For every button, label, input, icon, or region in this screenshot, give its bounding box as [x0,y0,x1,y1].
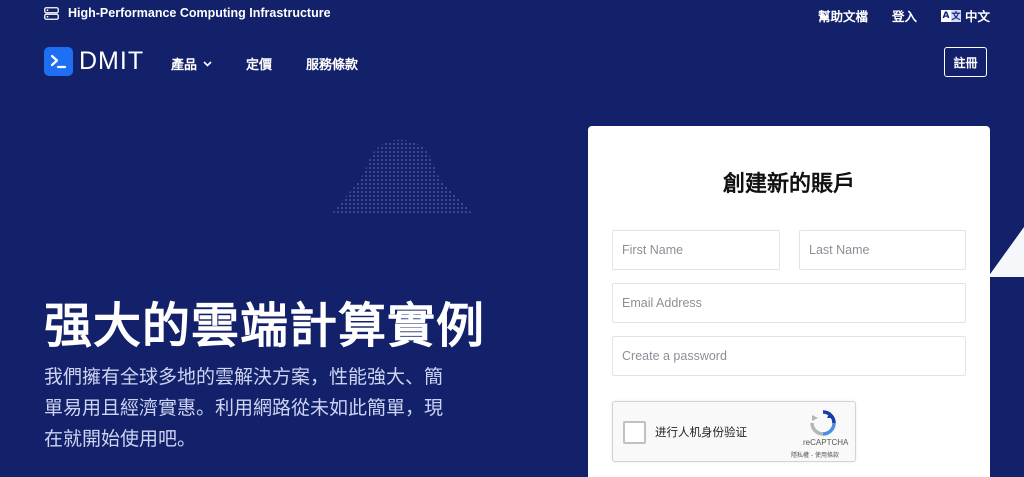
tagline: High-Performance Computing Infrastructur… [44,6,331,20]
email-input[interactable] [612,283,966,323]
first-name-input[interactable] [612,230,780,270]
language-label: 中文 [964,9,990,24]
server-icon [44,6,59,20]
recaptcha-brand: reCAPTCHA [803,438,849,447]
last-name-input[interactable] [799,230,966,270]
nav-terms[interactable]: 服務條款 [306,54,358,73]
signup-title: 創建新的賬戶 [722,172,855,197]
recaptcha-widget: 进行人机身份验证 reCAPTCHA 隱私權 - 使用條款 [612,401,856,462]
hero-title: 强大的雲端計算實例 [44,298,486,354]
login-link[interactable]: 登入 [892,6,917,25]
decorative-diagonal [988,227,1024,277]
hero-subtitle: 我們擁有全球多地的雲解決方案，性能強大、簡單易用且經濟實惠。利用網路從未如此簡單… [44,366,444,450]
nav-pricing[interactable]: 定價 [246,54,272,73]
translate-icon: A文 [940,9,961,22]
nav-products-label: 產品 [171,58,198,73]
decorative-dot-pattern [332,139,472,214]
logo[interactable]: DMIT [44,47,144,76]
main-nav: DMIT 產品 定價 服務條款 註冊 [0,44,1024,80]
language-switcher[interactable]: A文 中文 [940,6,990,25]
nav-menu: 產品 定價 服務條款 [171,54,358,73]
password-input[interactable] [612,336,966,376]
nav-products[interactable]: 產品 [171,54,212,73]
logo-text: DMIT [79,47,145,75]
captcha-checkbox[interactable] [623,421,646,444]
signup-button[interactable]: 註冊 [944,47,987,77]
docs-link[interactable]: 幫助文檔 [818,6,868,25]
signup-card: 創建新的賬戶 进行人机身份验证 reCAPTCHA 隱私權 - 使用條款 [588,126,990,477]
recaptcha-icon [810,410,836,436]
tagline-text: High-Performance Computing Infrastructur… [68,6,331,20]
recaptcha-terms-link[interactable]: 隱私權 - 使用條款 [791,450,839,459]
captcha-label: 进行人机身份验证 [655,425,747,439]
top-bar: High-Performance Computing Infrastructur… [0,0,1024,30]
terminal-logo-icon [44,47,73,76]
top-links: 幫助文檔 登入 A文 中文 [818,6,990,25]
chevron-down-icon [203,60,212,67]
